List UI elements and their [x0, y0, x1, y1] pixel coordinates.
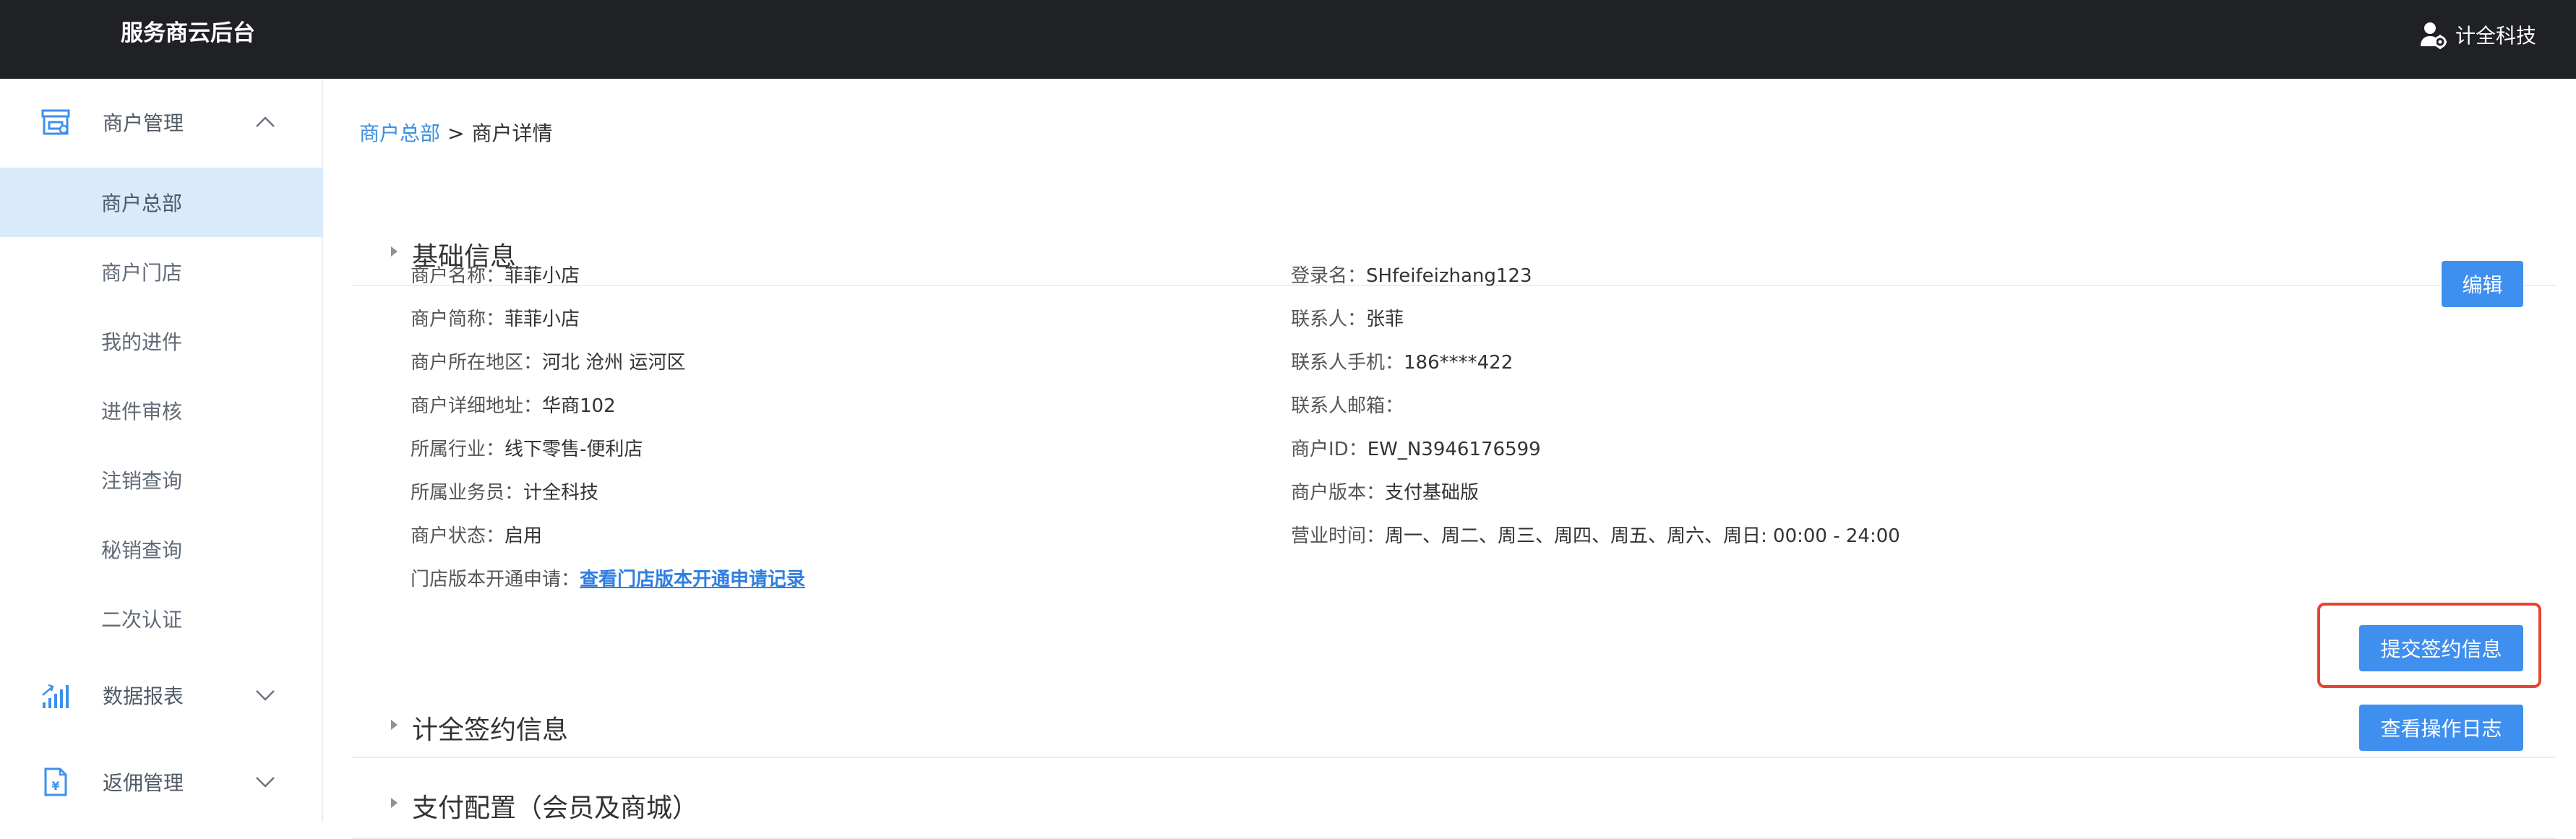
- sidebar-item-my-applications[interactable]: 我的进件: [0, 306, 323, 376]
- info-merchant-address: 商户详细地址：华商102: [411, 395, 616, 417]
- info-merchant-status: 商户状态：启用: [411, 525, 543, 547]
- sidebar-group-merchant[interactable]: 商户管理: [0, 79, 323, 165]
- sidebar-group-reports[interactable]: 数据报表: [0, 652, 323, 739]
- info-industry: 所属行业：线下零售-便利店: [411, 439, 643, 460]
- chevron-up-icon: [256, 116, 275, 127]
- sidebar-group-label: 数据报表: [103, 684, 184, 708]
- caret-right-icon[interactable]: [388, 718, 400, 732]
- section-title: 计全签约信息: [412, 715, 569, 745]
- app-title: 服务商云后台: [121, 20, 255, 46]
- chevron-down-icon: [256, 690, 275, 701]
- top-bar: 服务商云后台 计全科技: [0, 0, 2576, 79]
- sidebar-group-commission[interactable]: ¥ 返佣管理: [0, 739, 323, 825]
- edit-button[interactable]: 编辑: [2442, 261, 2523, 307]
- info-salesperson: 所属业务员：计全科技: [411, 482, 599, 504]
- sidebar-item-secret-query[interactable]: 秘销查询: [0, 515, 323, 584]
- info-contact-phone: 联系人手机：186****422: [1291, 352, 1514, 374]
- breadcrumb-separator: >: [447, 121, 465, 145]
- user-gear-icon: [2420, 22, 2447, 49]
- info-merchant-short-name: 商户简称：菲菲小店: [411, 309, 580, 330]
- info-contact-email: 联系人邮箱：: [1291, 395, 1404, 417]
- info-merchant-name: 商户名称：菲菲小店: [411, 265, 580, 287]
- breadcrumb-current: 商户详情: [471, 121, 553, 145]
- user-name: 计全科技: [2455, 24, 2536, 48]
- info-merchant-region: 商户所在地区：河北 沧州 运河区: [411, 352, 686, 374]
- sidebar-item-two-factor[interactable]: 二次认证: [0, 584, 323, 653]
- breadcrumb: 商户总部 > 商户详情: [359, 119, 553, 148]
- info-store-version-application: 门店版本开通申请：查看门店版本开通申请记录: [411, 569, 806, 590]
- sidebar-group-label: 商户管理: [103, 111, 184, 135]
- chart-bars-icon: [42, 684, 69, 708]
- info-merchant-id: 商户ID：EW_N3946176599: [1291, 439, 1541, 460]
- sidebar-group-label: 返佣管理: [103, 771, 184, 795]
- section-title: 支付配置（会员及商城）: [412, 793, 699, 823]
- caret-right-icon[interactable]: [388, 244, 400, 259]
- info-login-name: 登录名：SHfeifeizhang123: [1291, 265, 1532, 287]
- document-icon: ¥: [44, 767, 67, 796]
- sidebar-item-merchant-hq[interactable]: 商户总部: [0, 168, 323, 237]
- sidebar-item-cancellation-query[interactable]: 注销查询: [0, 445, 323, 515]
- info-business-hours: 营业时间：周一、周二、周三、周四、周五、周六、周日: 00:00 - 24:00: [1291, 525, 1900, 547]
- info-contact: 联系人：张菲: [1291, 309, 1404, 330]
- info-merchant-version: 商户版本：支付基础版: [1291, 482, 1480, 504]
- caret-right-icon[interactable]: [388, 796, 400, 810]
- section-sign-info: 计全签约信息: [352, 686, 2556, 758]
- store-icon: [41, 109, 70, 135]
- sidebar-item-application-review[interactable]: 进件审核: [0, 376, 323, 445]
- breadcrumb-parent-link[interactable]: 商户总部: [359, 119, 440, 148]
- chevron-down-icon: [256, 777, 275, 788]
- sidebar: 商户管理 商户总部 商户门店 我的进件 进件审核 注销查询 秘销查询 二次认证 …: [0, 79, 323, 822]
- user-menu[interactable]: 计全科技: [2419, 20, 2536, 49]
- view-operation-log-button[interactable]: 查看操作日志: [2359, 705, 2523, 751]
- view-application-records-link[interactable]: 查看门店版本开通申请记录: [580, 569, 805, 590]
- section-payment-config: 支付配置（会员及商城）: [352, 767, 2556, 839]
- sidebar-item-merchant-stores[interactable]: 商户门店: [0, 237, 323, 306]
- highlight-annotation: [2317, 603, 2541, 688]
- svg-text:¥: ¥: [51, 779, 59, 793]
- main-content: 商户总部 > 商户详情 基础信息 编辑 商户名称：菲菲小店 商户简称：菲菲小店 …: [323, 79, 2576, 839]
